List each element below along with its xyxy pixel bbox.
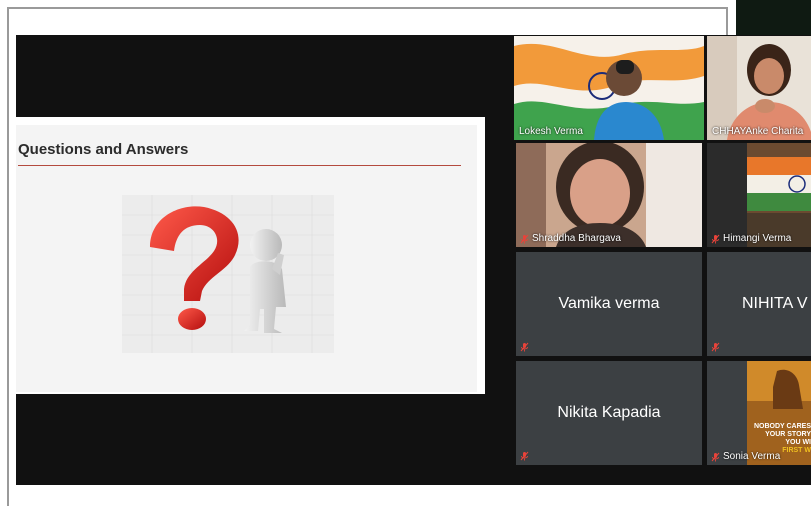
video-feed bbox=[707, 36, 811, 140]
participant-name: Vamika verma bbox=[558, 295, 660, 312]
participant-name: Nikita Kapadia bbox=[557, 404, 661, 421]
mic-off-icon bbox=[711, 342, 720, 352]
participant-tile-vamika-verma[interactable]: Vamika verma bbox=[516, 252, 702, 356]
video-feed bbox=[516, 143, 702, 247]
slide-divider bbox=[18, 165, 461, 166]
question-mark-illustration bbox=[122, 195, 334, 353]
participant-label: Shraddha Bhargava bbox=[520, 233, 621, 244]
mic-off-icon bbox=[711, 452, 720, 462]
window-frame-left bbox=[7, 7, 9, 506]
participant-name: Lokesh Verma bbox=[519, 126, 583, 137]
participant-tile-himangi-verma[interactable]: Himangi Verma bbox=[707, 143, 811, 247]
slide-title: Questions and Answers bbox=[18, 141, 189, 158]
video-feed bbox=[514, 36, 704, 140]
participant-name: Shraddha Bhargava bbox=[532, 233, 621, 244]
participant-label: Sonia Verma bbox=[711, 451, 780, 462]
participant-name: CHHAYAnke Charita bbox=[712, 126, 804, 137]
participant-tile-nihita[interactable]: NIHITA V bbox=[707, 252, 811, 356]
participant-name: Himangi Verma bbox=[723, 233, 792, 244]
window-frame-right bbox=[726, 7, 728, 35]
mic-off-icon bbox=[711, 234, 720, 244]
background-corner bbox=[736, 0, 811, 35]
video-feed bbox=[707, 143, 811, 247]
mic-off-icon bbox=[520, 234, 529, 244]
participant-tile-sonia-verma[interactable]: NOBODY CARES YOUR STORY YOU WI FIRST W S… bbox=[707, 361, 811, 465]
mic-off-icon bbox=[520, 451, 529, 461]
participant-label: Himangi Verma bbox=[711, 233, 791, 244]
participant-name: NIHITA V bbox=[742, 295, 808, 312]
participant-name: Sonia Verma bbox=[723, 451, 781, 462]
participant-tile-nikita-kapadia[interactable]: Nikita Kapadia bbox=[516, 361, 702, 465]
slide-content: Questions and Answers bbox=[16, 125, 477, 392]
participant-tile-lokesh-verma[interactable]: Lokesh Verma bbox=[514, 36, 704, 140]
participant-tile-chhayanke-charita[interactable]: CHHAYAnke Charita bbox=[707, 36, 811, 140]
participant-tile-shraddha-bhargava[interactable]: Shraddha Bhargava bbox=[516, 143, 702, 247]
window-frame-top bbox=[8, 7, 728, 9]
shared-slide: Questions and Answers bbox=[16, 117, 485, 394]
mic-off-icon bbox=[520, 342, 529, 352]
